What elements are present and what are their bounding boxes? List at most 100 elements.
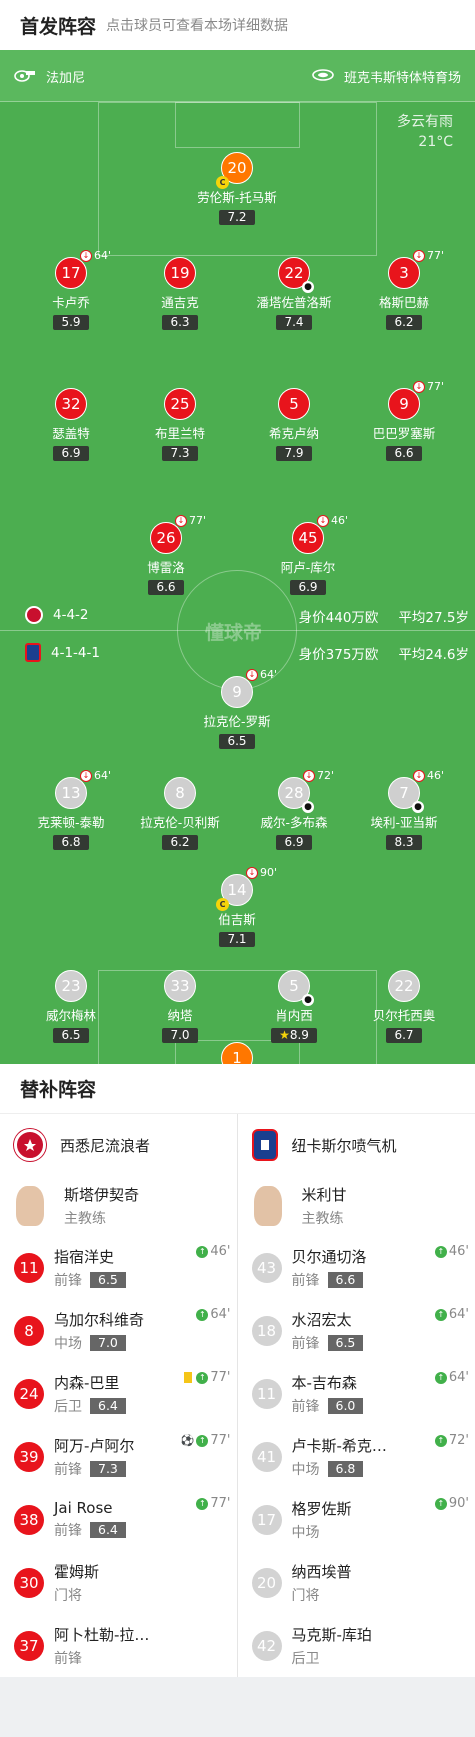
sub-position: 前锋 [54,1461,82,1478]
player-number: 8 [164,777,196,809]
away-player[interactable]: 23 威尔梅林 6.5 [16,970,126,1043]
sub-number: 41 [251,1441,282,1472]
sub-position: 前锋 [54,1523,82,1539]
away-player[interactable]: 7 ● ↓ 46' 埃利-亚当斯 8.3 [349,769,459,850]
number-text: 28 [284,784,304,802]
away-team-row[interactable]: 纽卡斯尔喷气机 [238,1114,475,1176]
away-player[interactable]: 9 ↓ 64' 拉克伦-罗斯 6.5 [182,668,292,749]
sub-player-row[interactable]: 8 乌加尔科维奇 中场 7.0 ↑ 64' [0,1299,237,1362]
away-player[interactable]: 33 纳塔 7.0 [125,970,235,1043]
number-text: 45 [298,529,318,547]
sub-player-row[interactable]: 17 格罗佐斯 中场 ↑ 90' [238,1488,475,1551]
away-player[interactable]: 22 贝尔托西奥 6.7 [349,970,459,1043]
away-team-logo [251,1129,278,1161]
sub-name: 乌加尔科维奇 [54,1310,145,1329]
sub-player-row[interactable]: 42 马克斯-库珀 后卫 [238,1614,475,1677]
top-goal-box [175,102,300,148]
sub-in-minute: 46' [448,1244,469,1259]
sub-position: 中场 [291,1461,320,1478]
away-player[interactable]: 14 C ↓ 90' 伯吉斯 7.1 [182,866,292,947]
home-coach[interactable]: 斯塔伊契奇 主教练 [0,1176,237,1236]
yellow-card-icon [184,1372,193,1383]
home-player[interactable]: 5 希克卢纳 7.9 [239,388,349,461]
sub-player-row[interactable]: 37 阿卜杜勒-拉… 前锋 [0,1614,237,1677]
home-team-row[interactable]: 西悉尼流浪者 [0,1114,237,1176]
rating-text: 7.9 [284,446,304,460]
venue: 班克韦斯特体特育场 [312,67,461,86]
ball-icon: ● [412,801,424,813]
sub-in: ↑ 90' [434,1496,469,1511]
sub-minute: 64' [260,668,278,681]
away-coach[interactable]: 米利甘 主教练 [238,1176,475,1236]
weather-temp: 21°C [418,134,453,150]
number-text: 13 [61,784,81,802]
sub-in: ↑ 64' [196,1307,231,1322]
sub-player-row[interactable]: 24 内森-巴里 后卫 6.4 ↑ 77' [0,1362,237,1425]
sub-player-row[interactable]: 11 本-吉布森 前锋 6.0 ↑ 64' [238,1362,475,1425]
coach-name: 斯塔伊契奇 [64,1186,140,1204]
away-player[interactable]: 28 ● ↓ 72' 威尔-多布森 6.9 [239,769,349,850]
sub-name: Jai Rose [54,1499,113,1517]
sub-number: 20 [251,1567,282,1598]
sub-player-row[interactable]: 30 霍姆斯 门将 [0,1551,237,1614]
number-text: 9 [232,683,242,701]
away-player[interactable]: 5 ● 肖内西 ★8.9 [239,970,349,1043]
home-player[interactable]: 32 瑟盖特 6.9 [16,388,126,461]
coach-name: 米利甘 [301,1186,347,1204]
substitution-out: ↓ 46' [413,769,444,782]
sub-player-row[interactable]: 39 阿万-卢阿尔 前锋 7.3 ⚽ ↑ 77' [0,1425,237,1488]
away-formation: 4-1-4-1 [51,644,100,661]
home-formation: 4-4-2 [53,607,89,623]
home-player[interactable]: 17 ↓ 64' 卡卢乔 5.9 [16,249,126,330]
home-player[interactable]: 20 C 劳伦斯-托马斯 7.2 [182,152,292,225]
player-number: 26 ↓ 77' [150,514,206,554]
rating-text: 5.9 [61,315,81,329]
substitution-out: ↓ 72' [303,769,334,782]
player-rating: 6.3 [162,315,198,330]
home-player[interactable]: 45 ↓ 46' 阿卢-库尔 6.9 [253,514,363,595]
player-number: 19 [164,257,196,289]
home-player[interactable]: 3 ↓ 77' 格斯巴赫 6.2 [349,249,459,330]
sub-minute: 77' [427,380,445,393]
sub-player-row[interactable]: 11 指宿洋史 前锋 6.5 ↑ 46' [0,1236,237,1299]
player-number: 5 ● [278,970,314,1006]
number-text: 7 [399,784,409,802]
player-rating: 6.2 [162,835,198,850]
player-name: 通吉克 [161,295,199,310]
home-player[interactable]: 19 通吉克 6.3 [125,257,235,330]
number-text: 22 [394,977,414,995]
sub-player-row[interactable]: 20 纳西埃普 门将 [238,1551,475,1614]
sub-player-row[interactable]: 18 水沼宏太 前锋 6.5 ↑ 64' [238,1299,475,1362]
player-number: 13 ↓ 64' [55,769,111,809]
player-number: 9 ↓ 64' [221,668,277,708]
substitution-out: ↓ 77' [175,514,206,527]
rating-text: 6.7 [394,1028,414,1042]
sub-out-icon: ↓ [246,866,258,879]
sub-player-row[interactable]: 43 贝尔通切洛 前锋 6.6 ↑ 46' [238,1236,475,1299]
away-player[interactable]: 13 ↓ 64' 克莱顿-泰勒 6.8 [16,769,126,850]
coach-role: 主教练 [64,1211,106,1227]
sub-name: 卢卡斯-希克… [291,1436,387,1455]
player-number: 28 ● ↓ 72' [278,769,334,813]
star-icon: ★ [279,1028,290,1042]
sub-player-row[interactable]: 38 Jai Rose 前锋 6.4 ↑ 77' [0,1488,237,1551]
sub-number: 18 [251,1315,282,1346]
venue-name: 班克韦斯特体特育场 [343,71,461,86]
home-player[interactable]: 26 ↓ 77' 博雷洛 6.6 [111,514,221,595]
sub-player-row[interactable]: 41 卢卡斯-希克… 中场 6.8 ↑ 72' [238,1425,475,1488]
away-crest-icon [25,643,41,662]
away-player[interactable]: 8 拉克伦-贝利斯 6.2 [125,777,235,850]
player-name: 希克卢纳 [268,426,319,441]
rating-text: 7.2 [227,210,247,224]
player-number: 45 ↓ 46' [292,514,348,554]
home-player[interactable]: 25 布里兰特 7.3 [125,388,235,461]
sub-name: 纳西埃普 [291,1562,352,1581]
home-player[interactable]: 22 ● 潘塔佐普洛斯 7.4 [239,257,349,330]
away-player[interactable]: 1德利阿诺夫8.1 [182,1042,292,1064]
sub-number: 43 [251,1252,282,1283]
home-player[interactable]: 9 ↓ 77' 巴巴罗塞斯 6.6 [349,380,459,461]
sub-name: 指宿洋史 [54,1247,115,1266]
sub-in: ↑ 77' [196,1496,231,1511]
player-rating: 7.1 [219,932,255,947]
player-number: 7 ● ↓ 46' [388,769,444,813]
